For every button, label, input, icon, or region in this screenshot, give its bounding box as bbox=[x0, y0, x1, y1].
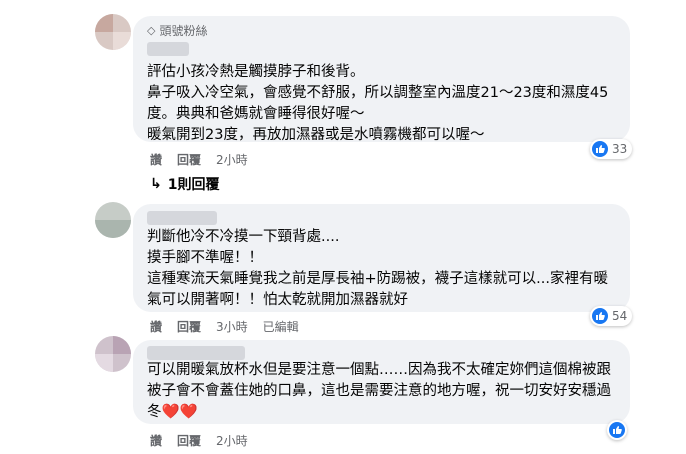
diamond-icon: ◇ bbox=[147, 24, 156, 37]
commenter-name[interactable] bbox=[147, 42, 189, 56]
reply-button[interactable]: 回覆 bbox=[177, 432, 201, 449]
like-button[interactable]: 讚 bbox=[150, 318, 162, 335]
comment-actions: 讚 回覆 2小時 bbox=[150, 151, 248, 168]
reaction-button[interactable] bbox=[607, 420, 627, 440]
edited-label[interactable]: 已編輯 bbox=[263, 318, 299, 335]
timestamp[interactable]: 3小時 bbox=[216, 318, 248, 335]
commenter-name[interactable] bbox=[147, 211, 217, 225]
like-icon bbox=[609, 422, 625, 438]
like-button[interactable]: 讚 bbox=[150, 432, 162, 449]
comment-text: 評估小孩冷熱是觸摸脖子和後背。 鼻子吸入冷空氣，會感覺不舒服，所以調整室內溫度2… bbox=[147, 64, 609, 143]
avatar[interactable] bbox=[95, 14, 131, 50]
reply-button[interactable]: 回覆 bbox=[177, 318, 201, 335]
comment-text: 可以開暖氣放杯水但是要注意一個點……因為我不太確定妳們這個棉被跟被子會不會蓋住她… bbox=[147, 362, 611, 420]
comment-actions: 讚 回覆 2小時 bbox=[150, 432, 248, 449]
commenter-name[interactable] bbox=[147, 346, 245, 360]
reply-button[interactable]: 回覆 bbox=[177, 151, 201, 168]
avatar[interactable] bbox=[95, 336, 131, 372]
view-replies-link[interactable]: ↳ 1則回覆 bbox=[150, 174, 219, 194]
reaction-count[interactable]: 33 bbox=[590, 139, 633, 159]
like-icon bbox=[592, 308, 608, 324]
top-fan-badge: ◇ 頭號粉絲 bbox=[147, 24, 208, 38]
reply-arrow-icon: ↳ bbox=[150, 176, 162, 192]
like-button[interactable]: 讚 bbox=[150, 151, 162, 168]
reaction-count[interactable]: 54 bbox=[590, 306, 633, 326]
like-icon bbox=[592, 141, 608, 157]
timestamp[interactable]: 2小時 bbox=[216, 151, 248, 168]
comment-actions: 讚 回覆 3小時 已編輯 bbox=[150, 318, 299, 335]
avatar[interactable] bbox=[95, 202, 131, 238]
comment-text: 判斷他冷不冷摸一下頸背處.... 摸手腳不準喔！！ 這種寒流天氣睡覺我之前是厚長… bbox=[147, 229, 608, 308]
timestamp[interactable]: 2小時 bbox=[216, 432, 248, 449]
